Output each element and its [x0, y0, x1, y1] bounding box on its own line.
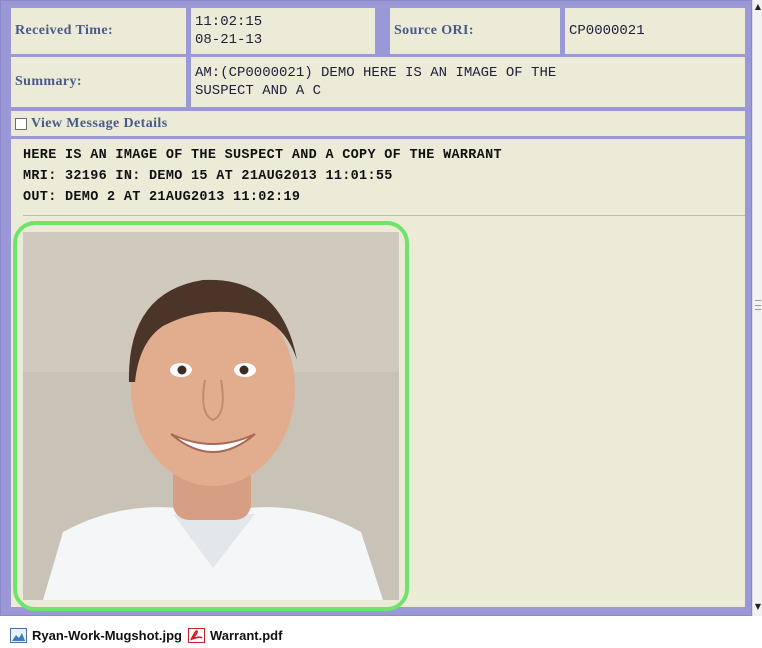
- pdf-file-icon: [187, 627, 205, 643]
- view-details-checkbox[interactable]: [15, 117, 27, 130]
- view-details-row[interactable]: View Message Details: [11, 111, 745, 136]
- source-ori-label: Source ORI:: [390, 8, 560, 54]
- vertical-scrollbar[interactable]: ▲ ▼: [752, 0, 762, 616]
- summary-line-2: SUSPECT AND A C: [195, 83, 322, 99]
- source-ori-value: CP0000021: [565, 8, 745, 54]
- received-date: 08-21-13: [195, 32, 263, 48]
- scroll-up-arrow-icon[interactable]: ▲: [754, 2, 762, 12]
- divider: [23, 215, 745, 216]
- received-time-value: 11:02:15 08-21-13: [191, 8, 375, 54]
- received-time: 11:02:15: [195, 14, 263, 30]
- attachments-bar: Ryan-Work-Mugshot.jpg Warrant.pdf: [10, 625, 282, 645]
- view-details-label[interactable]: View Message Details: [31, 116, 168, 132]
- attachment-name[interactable]: Ryan-Work-Mugshot.jpg: [32, 628, 182, 643]
- summary-label: Summary:: [11, 57, 186, 107]
- scroll-grip-icon[interactable]: [755, 300, 761, 310]
- message-line: HERE IS AN IMAGE OF THE SUSPECT AND A CO…: [23, 148, 502, 163]
- message-line: OUT: DEMO 2 AT 21AUG2013 11:02:19: [23, 190, 301, 205]
- summary-value: AM:(CP0000021) DEMO HERE IS AN IMAGE OF …: [191, 57, 745, 107]
- message-text: HERE IS AN IMAGE OF THE SUSPECT AND A CO…: [23, 145, 502, 208]
- image-file-icon: [10, 627, 27, 643]
- scroll-down-arrow-icon[interactable]: ▼: [754, 602, 762, 612]
- attachment-warrant[interactable]: Warrant.pdf: [187, 627, 282, 643]
- message-line: MRI: 32196 IN: DEMO 15 AT 21AUG2013 11:0…: [23, 169, 393, 184]
- mugshot-highlight: [13, 221, 409, 611]
- mugshot-photo[interactable]: [23, 232, 399, 600]
- summary-line-1: AM:(CP0000021) DEMO HERE IS AN IMAGE OF …: [195, 65, 557, 81]
- attachment-name[interactable]: Warrant.pdf: [210, 628, 282, 643]
- attachment-mugshot[interactable]: Ryan-Work-Mugshot.jpg: [10, 627, 182, 643]
- received-time-label: Received Time:: [11, 8, 186, 54]
